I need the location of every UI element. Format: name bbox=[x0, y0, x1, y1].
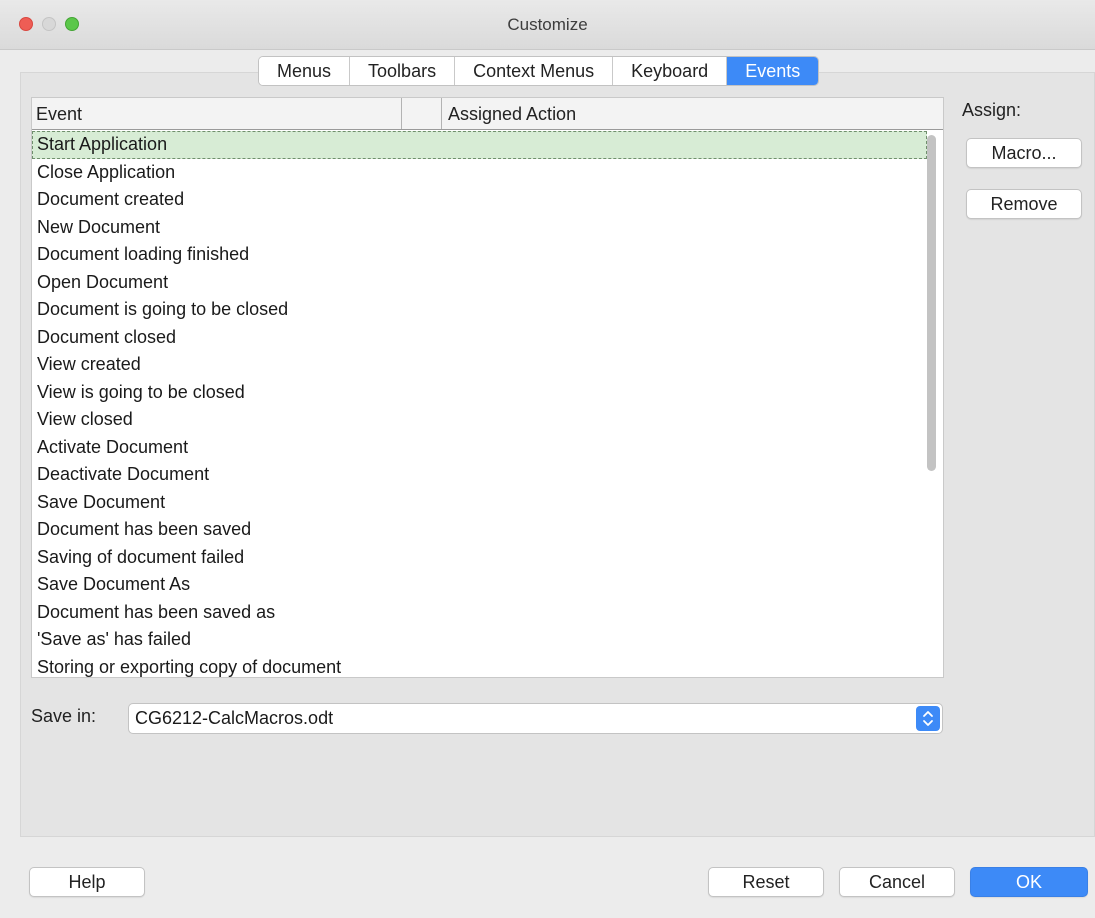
list-item[interactable]: Saving of document failed bbox=[32, 544, 927, 572]
column-header-assigned-action[interactable]: Assigned Action bbox=[444, 98, 943, 129]
list-item[interactable]: Deactivate Document bbox=[32, 461, 927, 489]
list-item[interactable]: Save Document As bbox=[32, 571, 927, 599]
title-bar: Customize bbox=[0, 0, 1095, 50]
list-item[interactable]: Document created bbox=[32, 186, 927, 214]
ok-button[interactable]: OK bbox=[970, 867, 1088, 897]
list-item[interactable]: View created bbox=[32, 351, 927, 379]
tab-keyboard[interactable]: Keyboard bbox=[613, 57, 728, 85]
list-item[interactable]: Storing or exporting copy of document bbox=[32, 654, 927, 678]
tab-toolbars[interactable]: Toolbars bbox=[350, 57, 456, 85]
window-title: Customize bbox=[507, 15, 588, 34]
list-item[interactable]: Activate Document bbox=[32, 434, 927, 462]
list-scrollbar[interactable] bbox=[924, 131, 940, 676]
list-item[interactable]: Document is going to be closed bbox=[32, 296, 927, 324]
remove-button[interactable]: Remove bbox=[966, 189, 1082, 219]
list-item[interactable]: Document loading finished bbox=[32, 241, 927, 269]
tab-events[interactable]: Events bbox=[727, 57, 819, 85]
list-item[interactable]: Start Application bbox=[32, 131, 927, 159]
tab-bar: Menus Toolbars Context Menus Keyboard Ev… bbox=[258, 56, 820, 86]
column-header-event[interactable]: Event bbox=[32, 98, 402, 129]
list-item[interactable]: Close Application bbox=[32, 159, 927, 187]
save-in-value: CG6212-CalcMacros.odt bbox=[135, 708, 334, 728]
column-header-spacer[interactable] bbox=[402, 98, 442, 129]
list-item[interactable]: Save Document bbox=[32, 489, 927, 517]
save-in-select[interactable]: CG6212-CalcMacros.odt bbox=[128, 703, 943, 734]
list-body: Start Application Close Application Docume… bbox=[32, 131, 927, 678]
updown-chevron-icon[interactable] bbox=[916, 706, 940, 731]
events-list[interactable]: Event Assigned Action Start Application C… bbox=[31, 97, 944, 678]
reset-button[interactable]: Reset bbox=[708, 867, 824, 897]
list-item[interactable]: Open Document bbox=[32, 269, 927, 297]
tab-menus[interactable]: Menus bbox=[259, 57, 351, 85]
list-item[interactable]: View is going to be closed bbox=[32, 379, 927, 407]
save-in-label: Save in: bbox=[31, 706, 97, 726]
list-item[interactable]: View closed bbox=[32, 406, 927, 434]
list-item[interactable]: New Document bbox=[32, 214, 927, 242]
macro-button[interactable]: Macro... bbox=[966, 138, 1082, 168]
list-item[interactable]: Document has been saved as bbox=[32, 599, 927, 627]
list-item[interactable]: Document has been saved bbox=[32, 516, 927, 544]
tab-context-menus[interactable]: Context Menus bbox=[455, 57, 614, 85]
list-item[interactable]: 'Save as' has failed bbox=[32, 626, 927, 654]
help-button[interactable]: Help bbox=[29, 867, 145, 897]
assign-label: Assign: bbox=[962, 100, 1022, 120]
cancel-button[interactable]: Cancel bbox=[839, 867, 955, 897]
list-header: Event Assigned Action bbox=[32, 98, 943, 130]
list-item[interactable]: Document closed bbox=[32, 324, 927, 352]
scrollbar-thumb[interactable] bbox=[927, 135, 936, 471]
